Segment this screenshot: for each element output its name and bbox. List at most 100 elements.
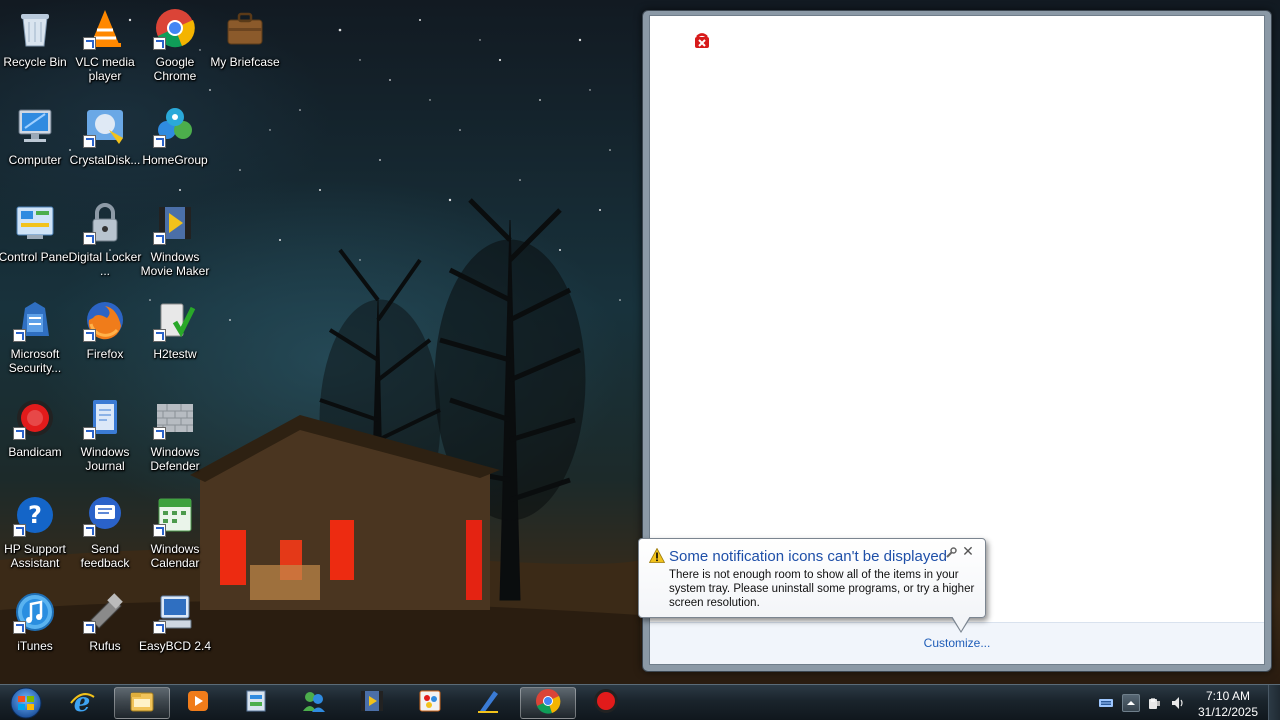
shortcut-arrow-icon <box>13 621 26 634</box>
desktop-icon-label: H2testw <box>153 347 197 361</box>
shortcut-arrow-icon <box>153 232 166 245</box>
taskbar-control-center-button[interactable] <box>228 687 284 719</box>
show-hidden-icons-button[interactable] <box>1122 694 1140 712</box>
tray-error-phone-icon[interactable] <box>693 32 711 50</box>
bandicam-icon <box>13 396 57 440</box>
desktop-icon-hp-support[interactable]: ? HP Support Assistant <box>0 493 70 570</box>
taskbar-internet-explorer-button[interactable]: e <box>54 687 110 719</box>
desktop-icon-label: CrystalDisk... <box>69 153 141 167</box>
windows-explorer-icon <box>128 687 156 720</box>
wrench-icon[interactable] <box>945 547 957 559</box>
movie-maker-icon <box>358 687 386 720</box>
desktop-icon-windows-calendar[interactable]: Windows Calendar <box>140 493 210 570</box>
firefox-icon <box>83 298 127 342</box>
desktop-icon-label: Windows Calendar <box>150 542 200 570</box>
shortcut-arrow-icon <box>83 427 96 440</box>
desktop-icon-bandicam[interactable]: Bandicam <box>0 396 70 459</box>
desktop-icon-h2testw[interactable]: H2testw <box>140 298 210 361</box>
desktop-icon-briefcase[interactable]: My Briefcase <box>210 6 280 69</box>
briefcase-icon <box>223 6 267 50</box>
shortcut-arrow-icon <box>153 135 166 148</box>
taskbar-google-chrome-button[interactable] <box>520 687 576 719</box>
h2testw-icon <box>153 298 197 342</box>
desktop-icon-crystaldisk[interactable]: CrystalDisk... <box>70 104 140 167</box>
desktop-icon-label: HP Support Assistant <box>4 542 66 570</box>
svg-text:?: ? <box>28 501 42 529</box>
desktop-icon-homegroup[interactable]: HomeGroup <box>140 104 210 167</box>
windows-defender-icon <box>153 396 197 440</box>
paint-icon <box>416 687 444 720</box>
taskbar-bandicam-button[interactable] <box>578 687 634 719</box>
power-icon[interactable] <box>1146 695 1162 711</box>
clock-time: 7:10 AM <box>1205 689 1251 703</box>
itunes-icon <box>13 590 57 634</box>
desktop-icon-control-panel[interactable]: Control Panel <box>0 201 72 264</box>
shortcut-arrow-icon <box>83 524 96 537</box>
desktop-icon-label: Digital Locker ... <box>68 250 142 278</box>
desktop-icon-label: Windows Journal <box>80 445 130 473</box>
desktop-icon-label: Send feedback <box>80 542 130 570</box>
shortcut-arrow-icon <box>153 621 166 634</box>
desktop-icon-windows-defender[interactable]: Windows Defender <box>140 396 210 473</box>
shortcut-arrow-icon <box>83 232 96 245</box>
desktop-icon-itunes[interactable]: iTunes <box>0 590 70 653</box>
svg-text:e: e <box>74 688 91 715</box>
desktop-icon-digital-locker[interactable]: Digital Locker ... <box>68 201 142 278</box>
balloon-tail <box>951 616 971 633</box>
desktop-icon-label: Firefox <box>86 347 124 361</box>
start-button[interactable] <box>6 686 46 720</box>
desktop-icon-label: Windows Movie Maker <box>140 250 210 278</box>
shortcut-arrow-icon <box>83 329 96 342</box>
windows-live-messenger-icon <box>300 687 328 720</box>
desktop-icon-easybcd[interactable]: EasyBCD 2.4 <box>139 590 211 653</box>
homegroup-icon <box>153 104 197 148</box>
desktop-icon-movie-maker[interactable]: Windows Movie Maker <box>140 201 210 278</box>
google-chrome-icon <box>534 687 562 720</box>
windows-journal-icon <box>83 396 127 440</box>
desktop-icon-label: Microsoft Security... <box>8 347 62 375</box>
shortcut-arrow-icon <box>13 329 26 342</box>
taskbar-media-player-button[interactable] <box>170 687 226 719</box>
desktop-icon-chrome[interactable]: Google Chrome <box>140 6 210 83</box>
taskbar-pen-tool-button[interactable] <box>460 687 516 719</box>
desktop-icon-security-essentials[interactable]: Microsoft Security... <box>0 298 70 375</box>
balloon-message: There is not enough room to show all of … <box>669 569 975 609</box>
desktop-icon-recycle-bin[interactable]: Recycle Bin <box>0 6 70 69</box>
computer-icon <box>13 104 57 148</box>
chrome-icon <box>153 6 197 50</box>
easybcd-icon <box>153 590 197 634</box>
desktop-icon-label: My Briefcase <box>210 55 280 69</box>
desktop-icon-label: Recycle Bin <box>3 55 67 69</box>
internet-explorer-icon: e <box>68 687 96 720</box>
bandicam-icon <box>592 687 620 720</box>
taskbar-movie-maker-button[interactable] <box>344 687 400 719</box>
vlc-icon <box>83 6 127 50</box>
shortcut-arrow-icon <box>153 427 166 440</box>
desktop-icon-label: Control Panel <box>0 250 72 264</box>
desktop-icon-label: VLC media player <box>75 55 135 83</box>
desktop-icon-rufus[interactable]: Rufus <box>70 590 140 653</box>
desktop-icon-label: Google Chrome <box>153 55 197 83</box>
desktop-icon-windows-journal[interactable]: Windows Journal <box>70 396 140 473</box>
hp-support-icon: ? <box>13 493 57 537</box>
desktop-icon-computer[interactable]: Computer <box>0 104 70 167</box>
taskbar-windows-live-messenger-button[interactable] <box>286 687 342 719</box>
system-clock[interactable]: 7:10 AM 31/12/2025 <box>1194 689 1262 719</box>
movie-maker-icon <box>153 201 197 245</box>
show-desktop-button[interactable] <box>1268 685 1280 720</box>
desktop-icon-label: Rufus <box>89 639 121 653</box>
desktop-icon-label: HomeGroup <box>142 153 208 167</box>
taskbar-paint-button[interactable] <box>402 687 458 719</box>
customize-link[interactable]: Customize... <box>650 636 1264 650</box>
speaker-icon[interactable] <box>1170 695 1186 711</box>
shortcut-arrow-icon <box>153 329 166 342</box>
desktop-icon-vlc[interactable]: VLC media player <box>70 6 140 83</box>
desktop-icon-send-feedback[interactable]: Send feedback <box>70 493 140 570</box>
keyboard-icon[interactable] <box>1098 695 1114 711</box>
close-icon[interactable]: ✕ <box>961 544 975 558</box>
taskbar-windows-explorer-button[interactable] <box>114 687 170 719</box>
recycle-bin-icon <box>13 6 57 50</box>
desktop-icon-label: Windows Defender <box>150 445 200 473</box>
notification-balloon: Some notification icons can't be display… <box>638 538 986 633</box>
desktop-icon-firefox[interactable]: Firefox <box>70 298 140 361</box>
